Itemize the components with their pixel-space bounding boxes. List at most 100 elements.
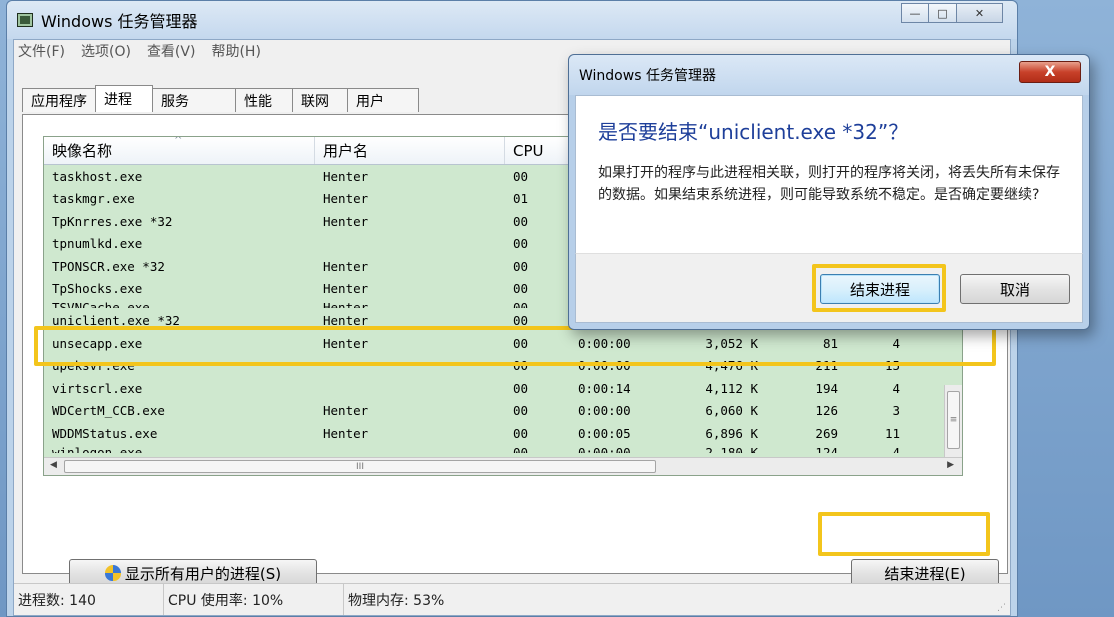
scroll-left-icon[interactable]: ◀ [50,460,57,470]
sort-ascending-icon: ^ [174,136,183,146]
table-cell: Henter [323,191,369,207]
close-button[interactable]: ✕ [957,3,1003,23]
tab-services[interactable]: 服务 [152,88,236,112]
table-row[interactable]: upeksvr.exe 00 0:00:00 4,476 K 211 15 [44,355,962,378]
table-cell: 3 [892,403,900,419]
table-cell: Henter [323,258,369,274]
table-cell: 211 [815,358,838,374]
table-cell: unsecapp.exe [52,335,143,351]
column-image-name[interactable]: 映像名称 ^ [44,137,315,164]
table-cell: TpKnrres.exe *32 [52,213,173,229]
table-cell: virtscrl.exe [52,380,143,396]
table-cell: 00 [513,258,529,274]
menu-options[interactable]: 选项(O) [81,41,131,61]
app-icon [17,13,33,27]
table-cell: 00 [513,213,529,229]
dialog-footer: 结束进程 取消 [575,253,1083,323]
table-cell: 01 [513,191,529,207]
menu-view[interactable]: 查看(V) [147,41,196,61]
tab-networking[interactable]: 联网 [292,88,348,112]
table-row[interactable]: winlogon.exe 00 0:00:00 2,180 K 124 4 [44,445,962,453]
table-cell: TpShocks.exe [52,281,143,297]
horizontal-scroll-thumb[interactable]: III [64,460,656,473]
tab-strip: 应用程序 进程 服务 性能 联网 用户 [22,85,419,112]
dialog-title: Windows 任务管理器 [579,68,716,84]
table-cell: 00 [513,312,529,328]
resize-grip-icon[interactable]: ⋰ [997,603,1006,613]
table-cell: 126 [815,403,838,419]
table-cell: 0:00:05 [578,425,631,441]
vertical-scroll-thumb[interactable]: ≡ [947,391,960,449]
tab-performance[interactable]: 性能 [235,88,293,112]
table-cell: Henter [323,425,369,441]
table-cell: 00 [513,300,529,308]
dialog-cancel-button[interactable]: 取消 [960,274,1070,304]
table-cell: WDCertM_CCB.exe [52,403,165,419]
table-cell: winlogon.exe [52,444,143,453]
column-image-name-label: 映像名称 [52,142,113,160]
table-row[interactable]: WDCertM_CCB.exe Henter 00 0:00:00 6,060 K 126… [44,400,962,423]
column-cpu[interactable]: CPU [505,137,570,164]
shield-icon [104,565,121,581]
dialog-body: 是否要结束“uniclient.exe *32”？ 如果打开的程序与此进程相关联… [575,95,1083,253]
table-cell: TSVNCache.exe [52,300,150,308]
dialog-close-button[interactable]: X [1019,61,1081,83]
status-cpu-usage: CPU 使用率: 10% [164,584,344,615]
table-cell: 00 [513,444,529,453]
status-memory: 物理内存: 53% [348,592,445,609]
horizontal-scrollbar[interactable]: ◀ III ▶ [44,457,962,475]
table-cell: uniclient.exe *32 [52,312,180,328]
table-cell: 2,180 K [705,444,758,453]
table-row[interactable]: WDDMStatus.exe Henter 00 0:00:05 6,896 K 269 1… [44,422,962,445]
status-process-count: 进程数: 140 [14,584,164,615]
table-cell: Henter [323,335,369,351]
window-controls: — □ ✕ [901,3,1003,23]
title-bar[interactable]: Windows 任务管理器 — □ ✕ [7,1,1017,39]
table-cell: 00 [513,335,529,351]
table-cell: Henter [323,168,369,184]
table-cell: WDDMStatus.exe [52,425,158,441]
menu-file[interactable]: 文件(F) [18,41,65,61]
table-cell: 81 [822,335,838,351]
table-cell: 4 [892,380,900,396]
table-cell: 0:00:00 [578,335,631,351]
table-cell: TPONSCR.exe *32 [52,258,165,274]
dialog-message: 如果打开的程序与此进程相关联，则打开的程序将关闭，将丢失所有未保存的数据。如果结… [598,165,1060,203]
table-cell: Henter [323,213,369,229]
table-cell: 124 [815,444,838,453]
table-cell: 0:00:00 [578,403,631,419]
table-cell: 11 [884,425,900,441]
minimize-button[interactable]: — [901,3,929,23]
table-cell: 00 [513,425,529,441]
column-user-name[interactable]: 用户名 [315,137,505,164]
table-cell: upeksvr.exe [52,358,135,374]
table-cell: 00 [513,403,529,419]
show-all-users-label: 显示所有用户的进程(S) [124,564,282,583]
table-cell: 15 [884,358,900,374]
table-cell: 4,112 K [705,380,758,396]
dialog-end-process-button[interactable]: 结束进程 [820,274,940,304]
table-cell: 0:00:00 [578,444,631,453]
window-title: Windows 任务管理器 [41,12,198,31]
table-cell: Henter [323,312,369,328]
table-cell: 6,060 K [705,403,758,419]
table-cell: 00 [513,380,529,396]
maximize-button[interactable]: □ [929,3,957,23]
tab-applications[interactable]: 应用程序 [22,88,96,112]
table-cell: 194 [815,380,838,396]
dialog-title-bar[interactable]: Windows 任务管理器 [569,55,1089,95]
table-row[interactable]: virtscrl.exe 00 0:00:14 4,112 K 194 4 [44,377,962,400]
menu-help[interactable]: 帮助(H) [211,41,260,61]
tab-users[interactable]: 用户 [347,88,419,112]
table-cell: 4,476 K [705,358,758,374]
table-row[interactable]: unsecapp.exe Henter 00 0:00:00 3,052 K 81 4 [44,332,962,355]
table-cell: taskmgr.exe [52,191,135,207]
table-cell: 00 [513,168,529,184]
tab-processes[interactable]: 进程 [95,85,153,112]
scroll-right-icon[interactable]: ▶ [947,460,954,470]
table-cell: 00 [513,236,529,252]
table-cell: Henter [323,281,369,297]
table-cell: Henter [323,300,369,308]
table-cell: 4 [892,335,900,351]
table-cell: 6,896 K [705,425,758,441]
